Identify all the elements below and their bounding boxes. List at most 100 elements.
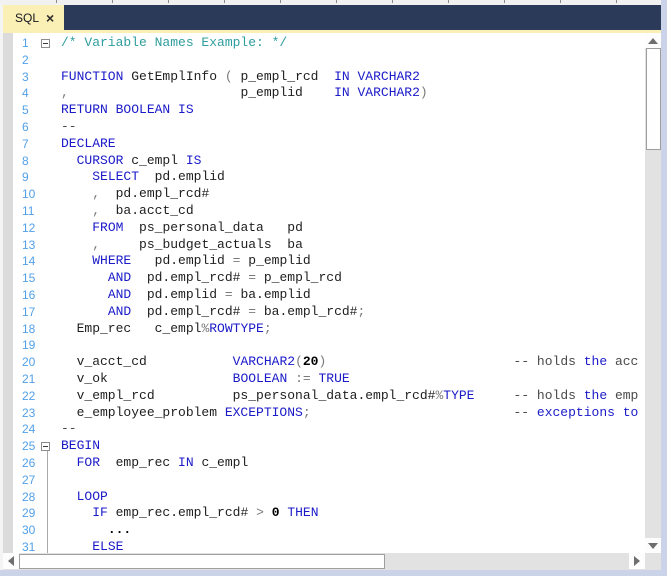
line-number: 8 bbox=[22, 153, 29, 168]
code-line[interactable]: 11 , ba.acct_cd bbox=[3, 203, 645, 220]
code-text: BEGIN bbox=[61, 438, 101, 454]
line-number: 3 bbox=[22, 69, 29, 84]
line-number: 15 bbox=[22, 271, 36, 286]
code-line[interactable]: 1 /* Variable Names Example: */ bbox=[3, 35, 645, 52]
line-number: 4 bbox=[22, 86, 29, 101]
code-line[interactable]: 20 v_acct_cd VARCHAR2(20) -- holds the a… bbox=[3, 354, 645, 371]
tab-label: SQL bbox=[15, 10, 40, 25]
window-border-bottom bbox=[0, 570, 667, 576]
line-number: 25 bbox=[22, 439, 36, 454]
code-text: WHERE pd.emplid = p_emplid bbox=[92, 253, 311, 269]
fold-margin bbox=[39, 371, 55, 388]
code-line[interactable]: 31 ELSE bbox=[3, 539, 645, 553]
code-line[interactable]: 19 bbox=[3, 337, 645, 354]
code-text: ELSE bbox=[92, 538, 124, 553]
code-line[interactable]: 21 v_ok BOOLEAN := TRUE bbox=[3, 371, 645, 388]
line-number: 16 bbox=[22, 287, 36, 302]
code-line[interactable]: 8 CURSOR c_empl IS bbox=[3, 153, 645, 170]
scroll-right-button[interactable] bbox=[629, 553, 645, 569]
code-text: -- bbox=[61, 118, 77, 134]
tab-bar: SQL × bbox=[3, 5, 661, 30]
line-number: 29 bbox=[22, 506, 36, 521]
window-border-left bbox=[0, 5, 3, 570]
code-line[interactable]: 18 Emp_rec c_empl%ROWTYPE; bbox=[3, 321, 645, 338]
code-line[interactable]: 6 -- bbox=[3, 119, 645, 136]
fold-margin bbox=[39, 52, 55, 69]
code-text: LOOP bbox=[76, 488, 108, 504]
code-line[interactable]: 30 ... bbox=[3, 522, 645, 539]
fold-margin bbox=[39, 321, 55, 338]
code-text: AND pd.empl_rcd# = p_empl_rcd bbox=[107, 270, 342, 286]
arrow-up-icon bbox=[648, 37, 658, 44]
fold-margin bbox=[39, 169, 55, 186]
code-line[interactable]: 10 , pd.empl_rcd# bbox=[3, 186, 645, 203]
fold-margin bbox=[39, 354, 55, 371]
close-icon[interactable]: × bbox=[46, 11, 54, 25]
code-line[interactable]: 23 e_employee_problem EXCEPTIONS; -- exc… bbox=[3, 405, 645, 422]
code-line[interactable]: 9 SELECT pd.emplid bbox=[3, 169, 645, 186]
line-number: 5 bbox=[22, 103, 29, 118]
code-line[interactable]: 12 FROM ps_personal_data pd bbox=[3, 220, 645, 237]
vertical-scrollbar[interactable] bbox=[645, 33, 661, 553]
code-line[interactable]: 29 IF emp_rec.empl_rcd# > 0 THEN bbox=[3, 505, 645, 522]
code-line[interactable]: 14 WHERE pd.emplid = p_emplid bbox=[3, 253, 645, 270]
fold-collapse-icon[interactable] bbox=[41, 442, 50, 452]
code-line[interactable]: 16 AND pd.emplid = ba.emplid bbox=[3, 287, 645, 304]
scroll-left-button[interactable] bbox=[3, 553, 19, 569]
fold-margin bbox=[39, 85, 55, 102]
vertical-scrollbar-thumb[interactable] bbox=[646, 48, 661, 150]
code-text: ... bbox=[107, 522, 132, 538]
line-number: 6 bbox=[22, 119, 29, 134]
fold-margin bbox=[39, 136, 55, 153]
fold-margin bbox=[39, 35, 55, 52]
line-number: 28 bbox=[22, 489, 36, 504]
code-line[interactable]: 15 AND pd.empl_rcd# = p_empl_rcd bbox=[3, 270, 645, 287]
tab-sql[interactable]: SQL × bbox=[3, 5, 65, 30]
fold-margin bbox=[39, 69, 55, 86]
code-line[interactable]: 2 bbox=[3, 52, 645, 69]
fold-margin bbox=[39, 388, 55, 405]
code-line[interactable]: 27 bbox=[3, 472, 645, 489]
code-line[interactable]: 5 RETURN BOOLEAN IS bbox=[3, 102, 645, 119]
line-number: 14 bbox=[22, 254, 36, 269]
code-text: FUNCTION GetEmplInfo ( p_empl_rcd IN VAR… bbox=[61, 68, 420, 84]
line-number: 30 bbox=[22, 523, 36, 538]
horizontal-scrollbar-thumb[interactable] bbox=[19, 554, 385, 569]
code-text: AND pd.emplid = ba.emplid bbox=[107, 286, 311, 302]
line-number: 13 bbox=[22, 237, 36, 252]
code-text: v_acct_cd VARCHAR2(20) -- holds the acc bbox=[61, 354, 639, 370]
code-editor[interactable]: 1/* Variable Names Example: */2 3 FUNCTION… bbox=[3, 33, 645, 553]
code-lines: 1/* Variable Names Example: */2 3 FUNCTION… bbox=[3, 35, 645, 553]
fold-margin bbox=[39, 220, 55, 237]
fold-collapse-icon[interactable] bbox=[41, 39, 50, 48]
code-line[interactable]: 22 v_empl_rcd ps_personal_data.empl_rcd#… bbox=[3, 388, 645, 405]
scrollbar-corner bbox=[645, 553, 661, 570]
code-line[interactable]: 13 , ps_budget_actuals ba bbox=[3, 237, 645, 254]
fold-margin bbox=[39, 119, 55, 136]
code-line[interactable]: 7 DECLARE bbox=[3, 136, 645, 153]
code-line[interactable]: 17 AND pd.empl_rcd# = ba.empl_rcd#; bbox=[3, 304, 645, 321]
line-number: 18 bbox=[22, 321, 36, 336]
code-line[interactable]: 25 BEGIN bbox=[3, 438, 645, 455]
code-text: FROM ps_personal_data pd bbox=[92, 219, 303, 235]
fold-margin bbox=[39, 186, 55, 203]
line-number: 17 bbox=[22, 304, 36, 319]
fold-margin bbox=[39, 270, 55, 287]
code-line[interactable]: 4 , p_emplid IN VARCHAR2) bbox=[3, 85, 645, 102]
fold-margin bbox=[39, 253, 55, 270]
code-line[interactable]: 24 -- bbox=[3, 421, 645, 438]
line-number: 31 bbox=[22, 539, 36, 553]
arrow-down-icon bbox=[648, 542, 658, 549]
scroll-down-button[interactable] bbox=[645, 538, 661, 553]
code-line[interactable]: 28 LOOP bbox=[3, 489, 645, 506]
code-text: DECLARE bbox=[61, 135, 116, 151]
code-text: , ba.acct_cd bbox=[92, 202, 194, 218]
scroll-up-button[interactable] bbox=[645, 33, 661, 48]
code-line[interactable]: 3 FUNCTION GetEmplInfo ( p_empl_rcd IN VA… bbox=[3, 69, 645, 86]
line-number: 11 bbox=[22, 203, 35, 218]
horizontal-scrollbar[interactable] bbox=[3, 553, 645, 570]
fold-margin bbox=[39, 237, 55, 254]
code-text: v_empl_rcd ps_personal_data.empl_rcd#%TY… bbox=[61, 387, 639, 403]
code-text: , p_emplid IN VARCHAR2) bbox=[61, 85, 428, 101]
code-line[interactable]: 26 FOR emp_rec IN c_empl bbox=[3, 455, 645, 472]
